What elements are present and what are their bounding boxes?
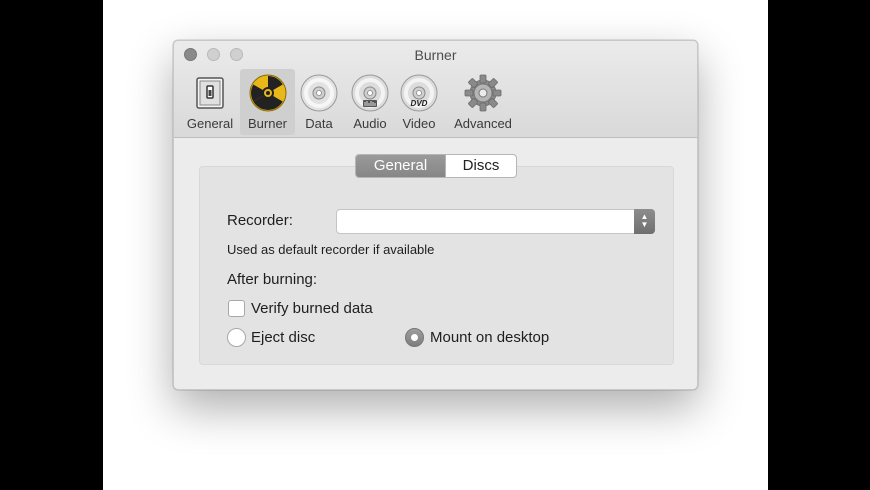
toolbar-item-video[interactable]: DVD Video (395, 69, 443, 135)
gear-icon (464, 74, 502, 112)
toolbar-label-data: Data (305, 116, 333, 131)
toolbar-label-burner: Burner (247, 116, 288, 131)
mount-radio[interactable] (405, 328, 424, 347)
preferences-window: Burner General Burner Data Audio DVD Vid… (173, 40, 698, 390)
mount-label[interactable]: Mount on desktop (430, 329, 549, 346)
toolbar-item-burner[interactable]: Burner (240, 69, 295, 135)
after-burning-label: After burning: (227, 271, 318, 288)
switch-icon (196, 77, 224, 109)
radiation-icon (249, 74, 286, 112)
recorder-popup[interactable]: ▲ ▼ (336, 209, 655, 234)
verify-label[interactable]: Verify burned data (251, 300, 373, 317)
toolbar-label-audio: Audio (353, 116, 387, 131)
toolbar-item-data[interactable]: Data (295, 69, 343, 135)
toolbar-label-general: General (186, 116, 234, 131)
toolbar-label-video: Video (402, 116, 436, 131)
recorder-label: Recorder: (227, 212, 293, 229)
toolbar-label-advanced: Advanced (454, 116, 512, 131)
verify-checkbox[interactable] (228, 300, 245, 317)
content-area: General Discs Recorder: ▲ ▼ Used as defau… (174, 138, 697, 389)
toolbar-item-audio[interactable]: Audio (345, 69, 395, 135)
eject-radio[interactable] (227, 328, 246, 347)
recorder-hint: Used as default recorder if available (227, 242, 435, 257)
toolbar-item-advanced[interactable]: Advanced (447, 69, 519, 135)
titlebar: Burner General Burner Data Audio DVD Vid… (174, 41, 697, 138)
cd-icon (300, 74, 338, 112)
toolbar-item-general[interactable]: General (180, 69, 240, 135)
dvd-icon: DVD (400, 74, 438, 112)
eject-label[interactable]: Eject disc (251, 329, 315, 346)
settings-group: Recorder: ▲ ▼ Used as default recorder if… (199, 166, 674, 365)
dvd-logo-text: DVD (411, 99, 428, 108)
tab-general[interactable]: General (356, 155, 445, 177)
window-title: Burner (414, 47, 457, 63)
audio-cd-icon (351, 74, 389, 112)
tab-switcher: General Discs (355, 154, 517, 178)
chevron-updown-icon: ▲ ▼ (634, 209, 655, 234)
tab-discs[interactable]: Discs (445, 155, 516, 177)
